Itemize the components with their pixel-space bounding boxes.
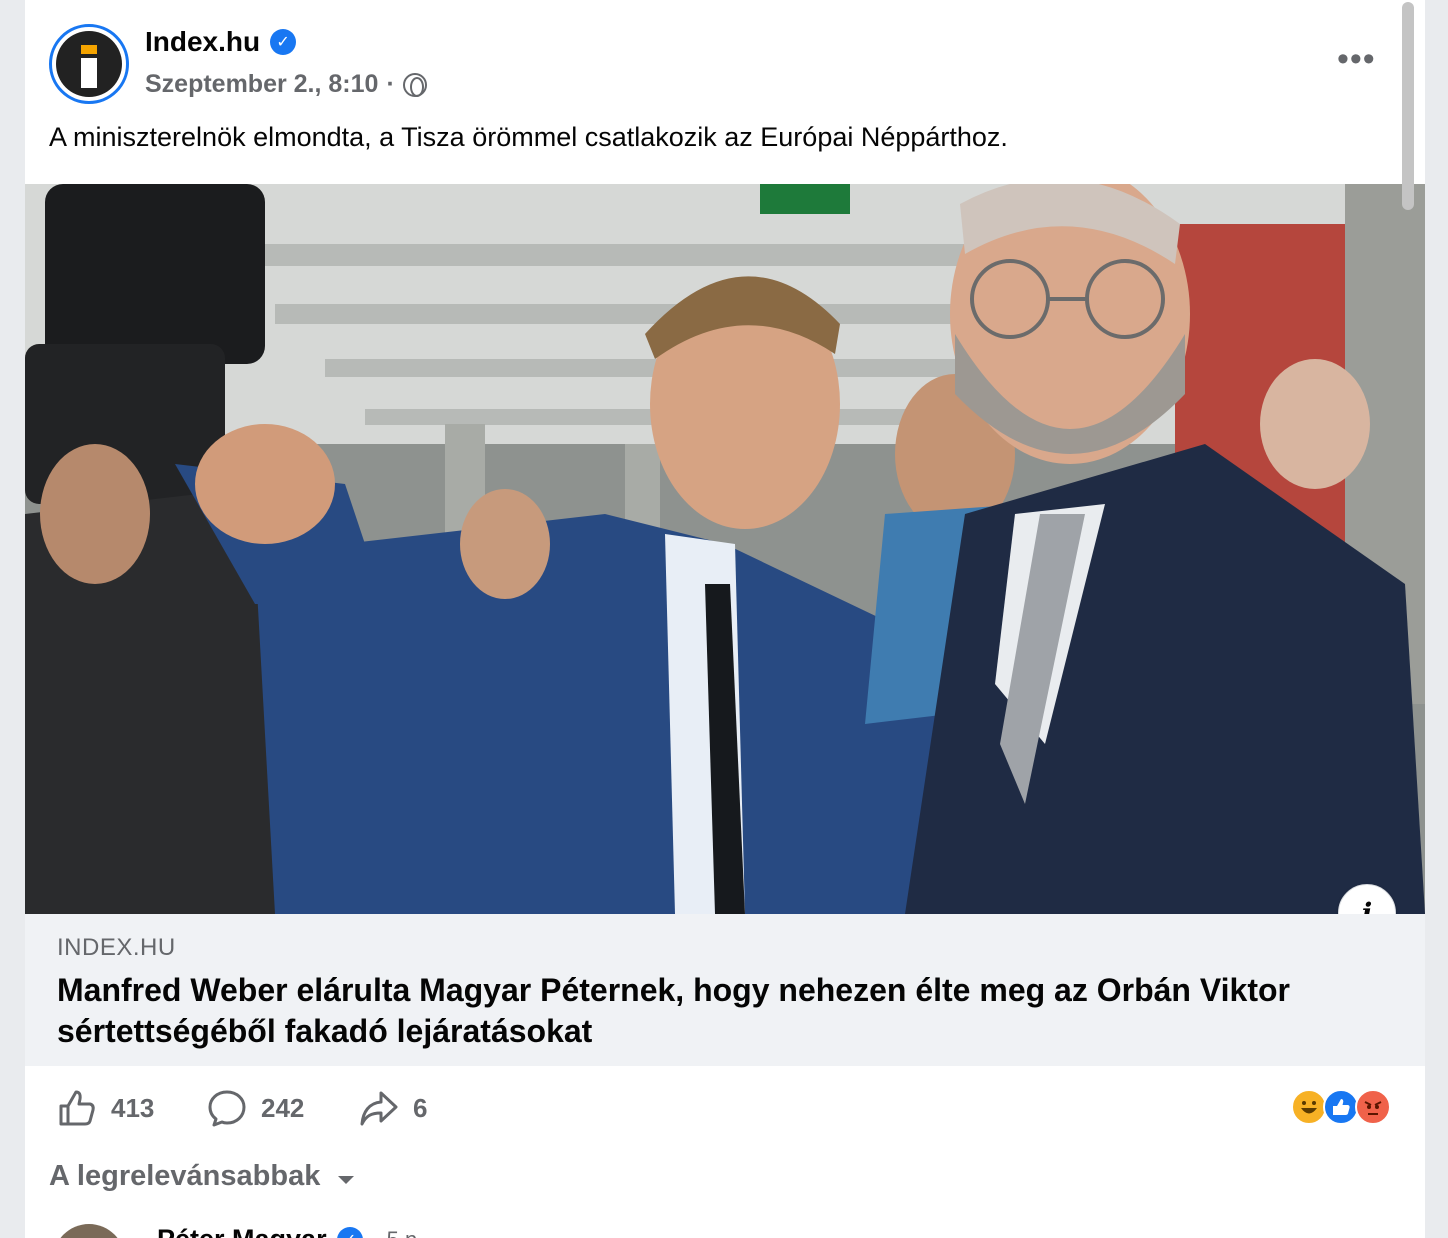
thumbs-up-icon bbox=[59, 1090, 95, 1126]
comment-sort-label: A legrelevánsabbak bbox=[49, 1160, 321, 1192]
link-preview-image[interactable] bbox=[25, 184, 1425, 914]
reaction-summary[interactable] bbox=[1291, 1089, 1391, 1125]
action-bar: 413 242 6 bbox=[25, 1070, 1425, 1144]
comment-count: 242 bbox=[261, 1092, 305, 1123]
share-count: 6 bbox=[413, 1092, 428, 1123]
more-options-icon[interactable]: ••• bbox=[1337, 42, 1376, 76]
scrollbar[interactable] bbox=[1401, 0, 1415, 210]
comment-item: Péter Magyar ✓ 5 n bbox=[53, 1220, 1353, 1238]
post-header: Index.hu ✓ Szeptember 2., 8:10 · ••• A m… bbox=[25, 0, 1425, 184]
comment-header: Péter Magyar ✓ 5 n bbox=[157, 1224, 417, 1238]
comment-avatar[interactable] bbox=[53, 1224, 125, 1238]
like-count: 413 bbox=[111, 1092, 155, 1123]
angry-reaction-icon bbox=[1355, 1089, 1391, 1125]
like-reaction-icon bbox=[1323, 1089, 1359, 1125]
post-text: A miniszterelnök elmondta, a Tisza örömm… bbox=[49, 122, 1008, 152]
share-button[interactable]: 6 bbox=[359, 1088, 427, 1128]
press-photo bbox=[25, 184, 1425, 914]
link-preview[interactable]: INDEX.HU Manfred Weber elárulta Magyar P… bbox=[25, 914, 1425, 1066]
comment-sort-dropdown[interactable]: A legrelevánsabbak bbox=[49, 1160, 355, 1193]
page-avatar[interactable] bbox=[49, 24, 129, 104]
logo-dot bbox=[81, 45, 97, 54]
post-meta: Szeptember 2., 8:10 · bbox=[145, 70, 427, 99]
scrollbar-thumb[interactable] bbox=[1402, 2, 1414, 210]
comment-bubble-icon bbox=[208, 1090, 246, 1127]
meta-separator: · bbox=[386, 70, 395, 98]
link-domain: INDEX.HU bbox=[57, 934, 176, 961]
globe-icon[interactable] bbox=[402, 72, 427, 97]
post-timestamp[interactable]: Szeptember 2., 8:10 bbox=[145, 70, 378, 99]
verified-badge-icon: ✓ bbox=[336, 1226, 363, 1238]
comment-author[interactable]: Péter Magyar bbox=[157, 1224, 327, 1238]
like-button[interactable]: 413 bbox=[57, 1088, 154, 1128]
page-name[interactable]: Index.hu bbox=[145, 26, 260, 58]
comment-button[interactable]: 242 bbox=[207, 1088, 304, 1128]
post-card: Index.hu ✓ Szeptember 2., 8:10 · ••• A m… bbox=[25, 0, 1425, 1238]
page-name-row: Index.hu ✓ bbox=[145, 26, 297, 58]
comment-time[interactable]: 5 n bbox=[387, 1227, 418, 1238]
verified-badge-icon: ✓ bbox=[270, 29, 297, 55]
link-title[interactable]: Manfred Weber elárulta Magyar Péternek, … bbox=[57, 970, 1377, 1052]
logo-bar bbox=[81, 58, 97, 88]
caret-down-icon bbox=[338, 1175, 355, 1184]
haha-reaction-icon bbox=[1291, 1089, 1327, 1125]
index-logo bbox=[56, 31, 122, 97]
share-arrow-icon bbox=[360, 1091, 398, 1126]
